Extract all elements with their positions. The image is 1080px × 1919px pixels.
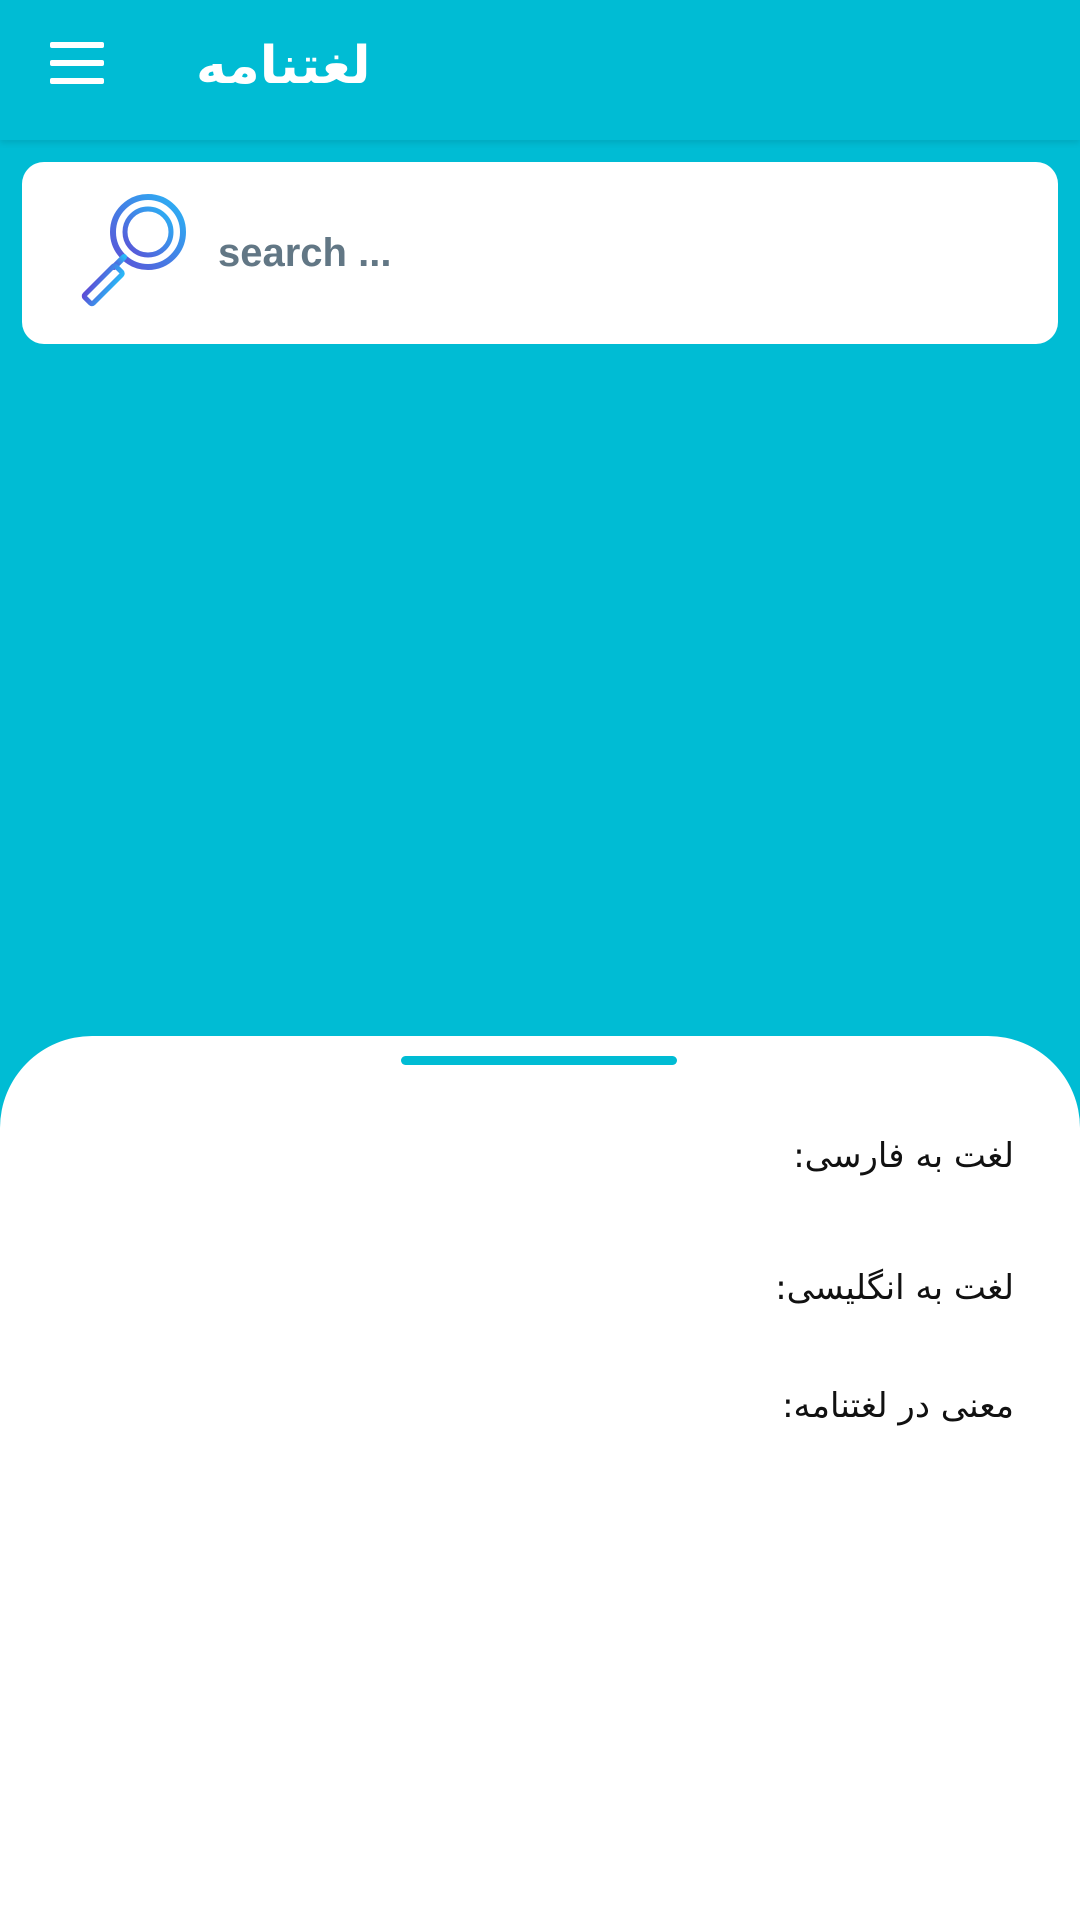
- result-bottom-sheet: لغت به فارسی: لغت به انگلیسی: معنی در لغ…: [0, 1036, 1080, 1919]
- app-title: لغتنامه: [196, 36, 371, 96]
- english-word-label: لغت به انگلیسی:: [775, 1268, 1014, 1308]
- app-bar: لغتنامه: [0, 0, 1080, 140]
- persian-word-label: لغت به فارسی:: [793, 1136, 1014, 1176]
- magnifier-icon[interactable]: [74, 192, 198, 316]
- menu-icon-bar: [50, 42, 104, 48]
- search-input[interactable]: [218, 210, 1018, 296]
- menu-icon-bar: [50, 78, 104, 84]
- dictionary-meaning-label: معنی در لغتنامه:: [782, 1386, 1014, 1426]
- hamburger-menu-icon[interactable]: [40, 30, 114, 96]
- sheet-drag-handle[interactable]: [401, 1056, 677, 1065]
- menu-icon-bar: [50, 60, 104, 66]
- search-card: [22, 162, 1058, 344]
